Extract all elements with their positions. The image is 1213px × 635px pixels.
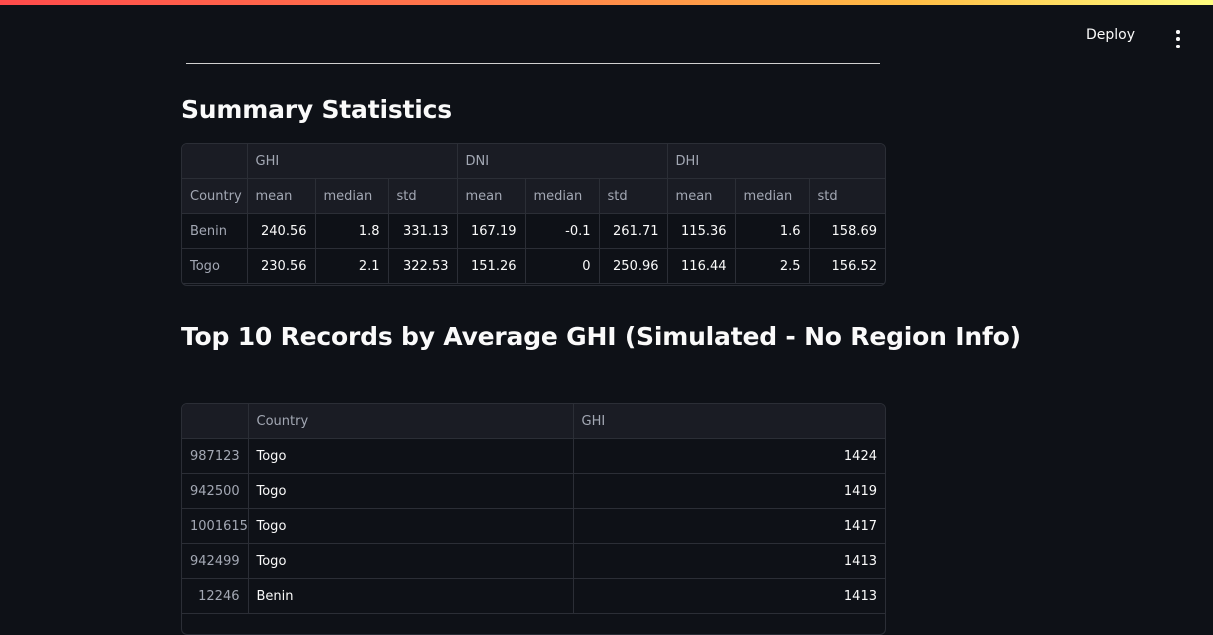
- table-cell[interactable]: 240.56: [247, 213, 316, 249]
- table-cell[interactable]: 156.52: [809, 248, 885, 284]
- table-cell[interactable]: 322.53: [388, 248, 458, 284]
- table-cell[interactable]: Togo: [248, 543, 574, 579]
- kebab-dot: [1176, 37, 1180, 41]
- table-cell[interactable]: Togo: [248, 473, 574, 509]
- table-cell[interactable]: Benin: [248, 578, 574, 614]
- kebab-dot: [1176, 44, 1180, 48]
- stat-header[interactable]: std: [809, 178, 885, 214]
- table-row: Benin 240.56 1.8 331.13 167.19 -0.1 261.…: [182, 213, 885, 249]
- table-cell[interactable]: 1424: [573, 438, 885, 474]
- table-cell[interactable]: Togo: [248, 508, 574, 544]
- table-cell[interactable]: 115.36: [667, 213, 736, 249]
- stat-header[interactable]: std: [599, 178, 668, 214]
- table-cell[interactable]: Togo: [248, 438, 574, 474]
- top-corner-cell: [182, 404, 249, 439]
- top-records-table[interactable]: Country GHI 987123 Togo 1424 942500 Togo…: [181, 403, 886, 635]
- table-cell[interactable]: 1413: [573, 578, 885, 614]
- summary-group-header-row: GHI DNI DHI: [182, 144, 885, 179]
- summary-statistics-title: Summary Statistics: [181, 95, 452, 124]
- main-menu-kebab-icon[interactable]: [1171, 30, 1185, 48]
- table-row: Togo 230.56 2.1 322.53 151.26 0 250.96 1…: [182, 248, 885, 284]
- stat-header[interactable]: median: [735, 178, 810, 214]
- row-index-cell[interactable]: 942499: [182, 543, 249, 579]
- table-cell[interactable]: 331.13: [388, 213, 458, 249]
- table-cell[interactable]: 1413: [573, 543, 885, 579]
- table-cell[interactable]: 2.5: [735, 248, 810, 284]
- column-header-ghi[interactable]: GHI: [573, 404, 885, 439]
- app-header: Deploy: [0, 5, 1213, 60]
- kebab-dot: [1176, 30, 1180, 34]
- row-index-cell[interactable]: 12246: [182, 578, 249, 614]
- summary-statistics-table[interactable]: GHI DNI DHI Country mean median std mean…: [181, 143, 886, 286]
- section-divider: [186, 63, 880, 64]
- top-header-row: Country GHI: [182, 404, 885, 439]
- stat-header[interactable]: mean: [457, 178, 526, 214]
- group-header-dni[interactable]: DNI: [457, 144, 668, 179]
- table-row: 1001615 Togo 1417: [182, 508, 885, 544]
- table-cell[interactable]: 1.8: [315, 213, 389, 249]
- row-index-cell[interactable]: 1001615: [182, 508, 249, 544]
- index-header-country[interactable]: Country: [182, 178, 248, 214]
- stat-header[interactable]: median: [315, 178, 389, 214]
- row-index-cell[interactable]: Togo: [182, 248, 248, 284]
- table-cell[interactable]: -0.1: [525, 213, 600, 249]
- group-header-dhi[interactable]: DHI: [667, 144, 885, 179]
- table-cell[interactable]: 158.69: [809, 213, 885, 249]
- deploy-button[interactable]: Deploy: [1086, 27, 1135, 43]
- table-row: 12246 Benin 1413: [182, 578, 885, 614]
- table-cell[interactable]: 0: [525, 248, 600, 284]
- stat-header[interactable]: mean: [247, 178, 316, 214]
- group-header-ghi[interactable]: GHI: [247, 144, 458, 179]
- table-cell[interactable]: 151.26: [457, 248, 526, 284]
- table-cell[interactable]: 1419: [573, 473, 885, 509]
- table-row: 942500 Togo 1419: [182, 473, 885, 509]
- row-index-cell[interactable]: 942500: [182, 473, 249, 509]
- summary-corner-cell: [182, 144, 248, 179]
- stat-header[interactable]: median: [525, 178, 600, 214]
- table-cell[interactable]: 116.44: [667, 248, 736, 284]
- summary-stat-header-row: Country mean median std mean median std …: [182, 178, 885, 214]
- top-records-title: Top 10 Records by Average GHI (Simulated…: [181, 322, 1021, 351]
- table-row: 987123 Togo 1424: [182, 438, 885, 474]
- stat-header[interactable]: mean: [667, 178, 736, 214]
- table-cell[interactable]: 1.6: [735, 213, 810, 249]
- table-cell[interactable]: 167.19: [457, 213, 526, 249]
- column-header-country[interactable]: Country: [248, 404, 574, 439]
- table-cell[interactable]: 2.1: [315, 248, 389, 284]
- table-cell[interactable]: 261.71: [599, 213, 668, 249]
- table-cell[interactable]: 250.96: [599, 248, 668, 284]
- row-index-cell[interactable]: 987123: [182, 438, 249, 474]
- table-cell[interactable]: 230.56: [247, 248, 316, 284]
- table-row: 942499 Togo 1413: [182, 543, 885, 579]
- table-cell[interactable]: 1417: [573, 508, 885, 544]
- stat-header[interactable]: std: [388, 178, 458, 214]
- row-index-cell[interactable]: Benin: [182, 213, 248, 249]
